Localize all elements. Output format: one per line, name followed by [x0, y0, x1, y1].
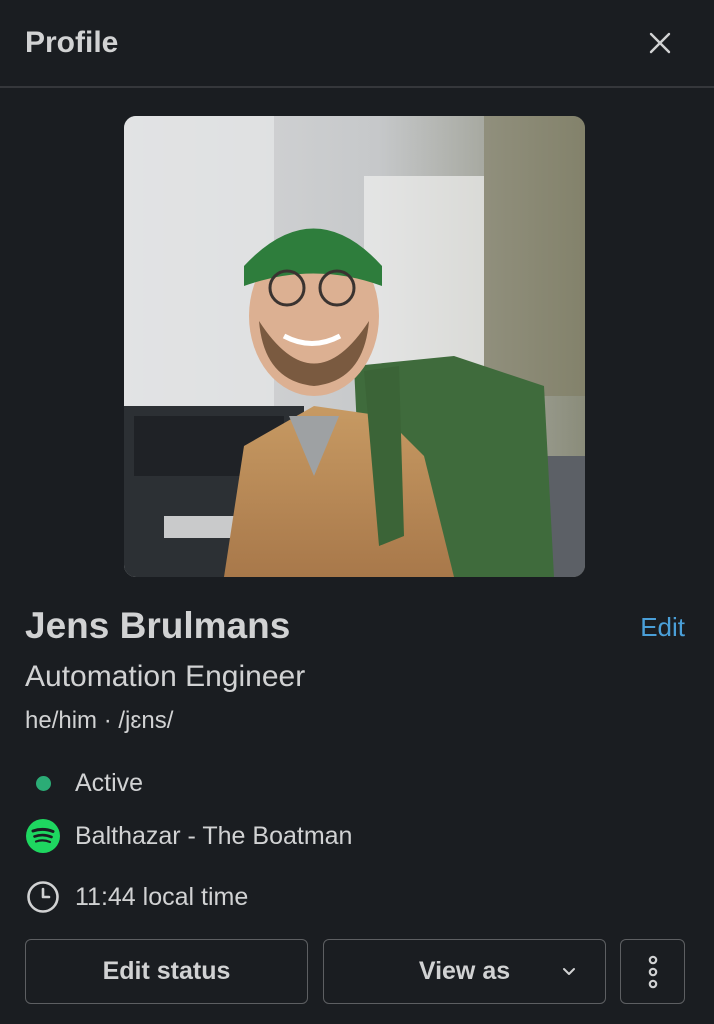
- close-icon: [649, 32, 671, 54]
- local-time-label: 11:44 local time: [75, 882, 249, 911]
- local-time-row: 11:44 local time: [25, 879, 248, 915]
- profile-header: Profile: [0, 0, 714, 88]
- clock-icon: [25, 879, 61, 915]
- edit-status-label: Edit status: [102, 957, 231, 985]
- more-vertical-icon: [648, 955, 657, 988]
- now-playing-label: Balthazar - The Boatman: [75, 821, 353, 850]
- presence-label: Active: [75, 768, 144, 797]
- presence-icon: [25, 765, 61, 801]
- presence-row: Active: [25, 765, 143, 801]
- close-button[interactable]: [640, 23, 680, 63]
- view-as-label: View as: [418, 957, 511, 985]
- profile-panel: Profile Jens Brulmans Edit Automation En…: [0, 0, 714, 1024]
- more-actions-button[interactable]: [620, 939, 685, 1004]
- chevron-down-icon: [563, 968, 575, 975]
- profile-photo-image: [124, 116, 585, 577]
- panel-title: Profile: [25, 26, 119, 59]
- now-playing-row: Balthazar - The Boatman: [25, 818, 352, 854]
- profile-name: Jens Brulmans: [25, 605, 291, 646]
- view-as-button[interactable]: View as: [323, 939, 606, 1004]
- profile-title: Automation Engineer: [25, 660, 306, 693]
- edit-profile-link[interactable]: Edit: [640, 612, 685, 643]
- edit-status-button[interactable]: Edit status: [25, 939, 308, 1004]
- profile-photo[interactable]: [124, 116, 585, 577]
- profile-pronouns: he/him · /jɛns/: [25, 707, 174, 734]
- active-dot-icon: [35, 775, 51, 791]
- spotify-icon: [25, 818, 61, 854]
